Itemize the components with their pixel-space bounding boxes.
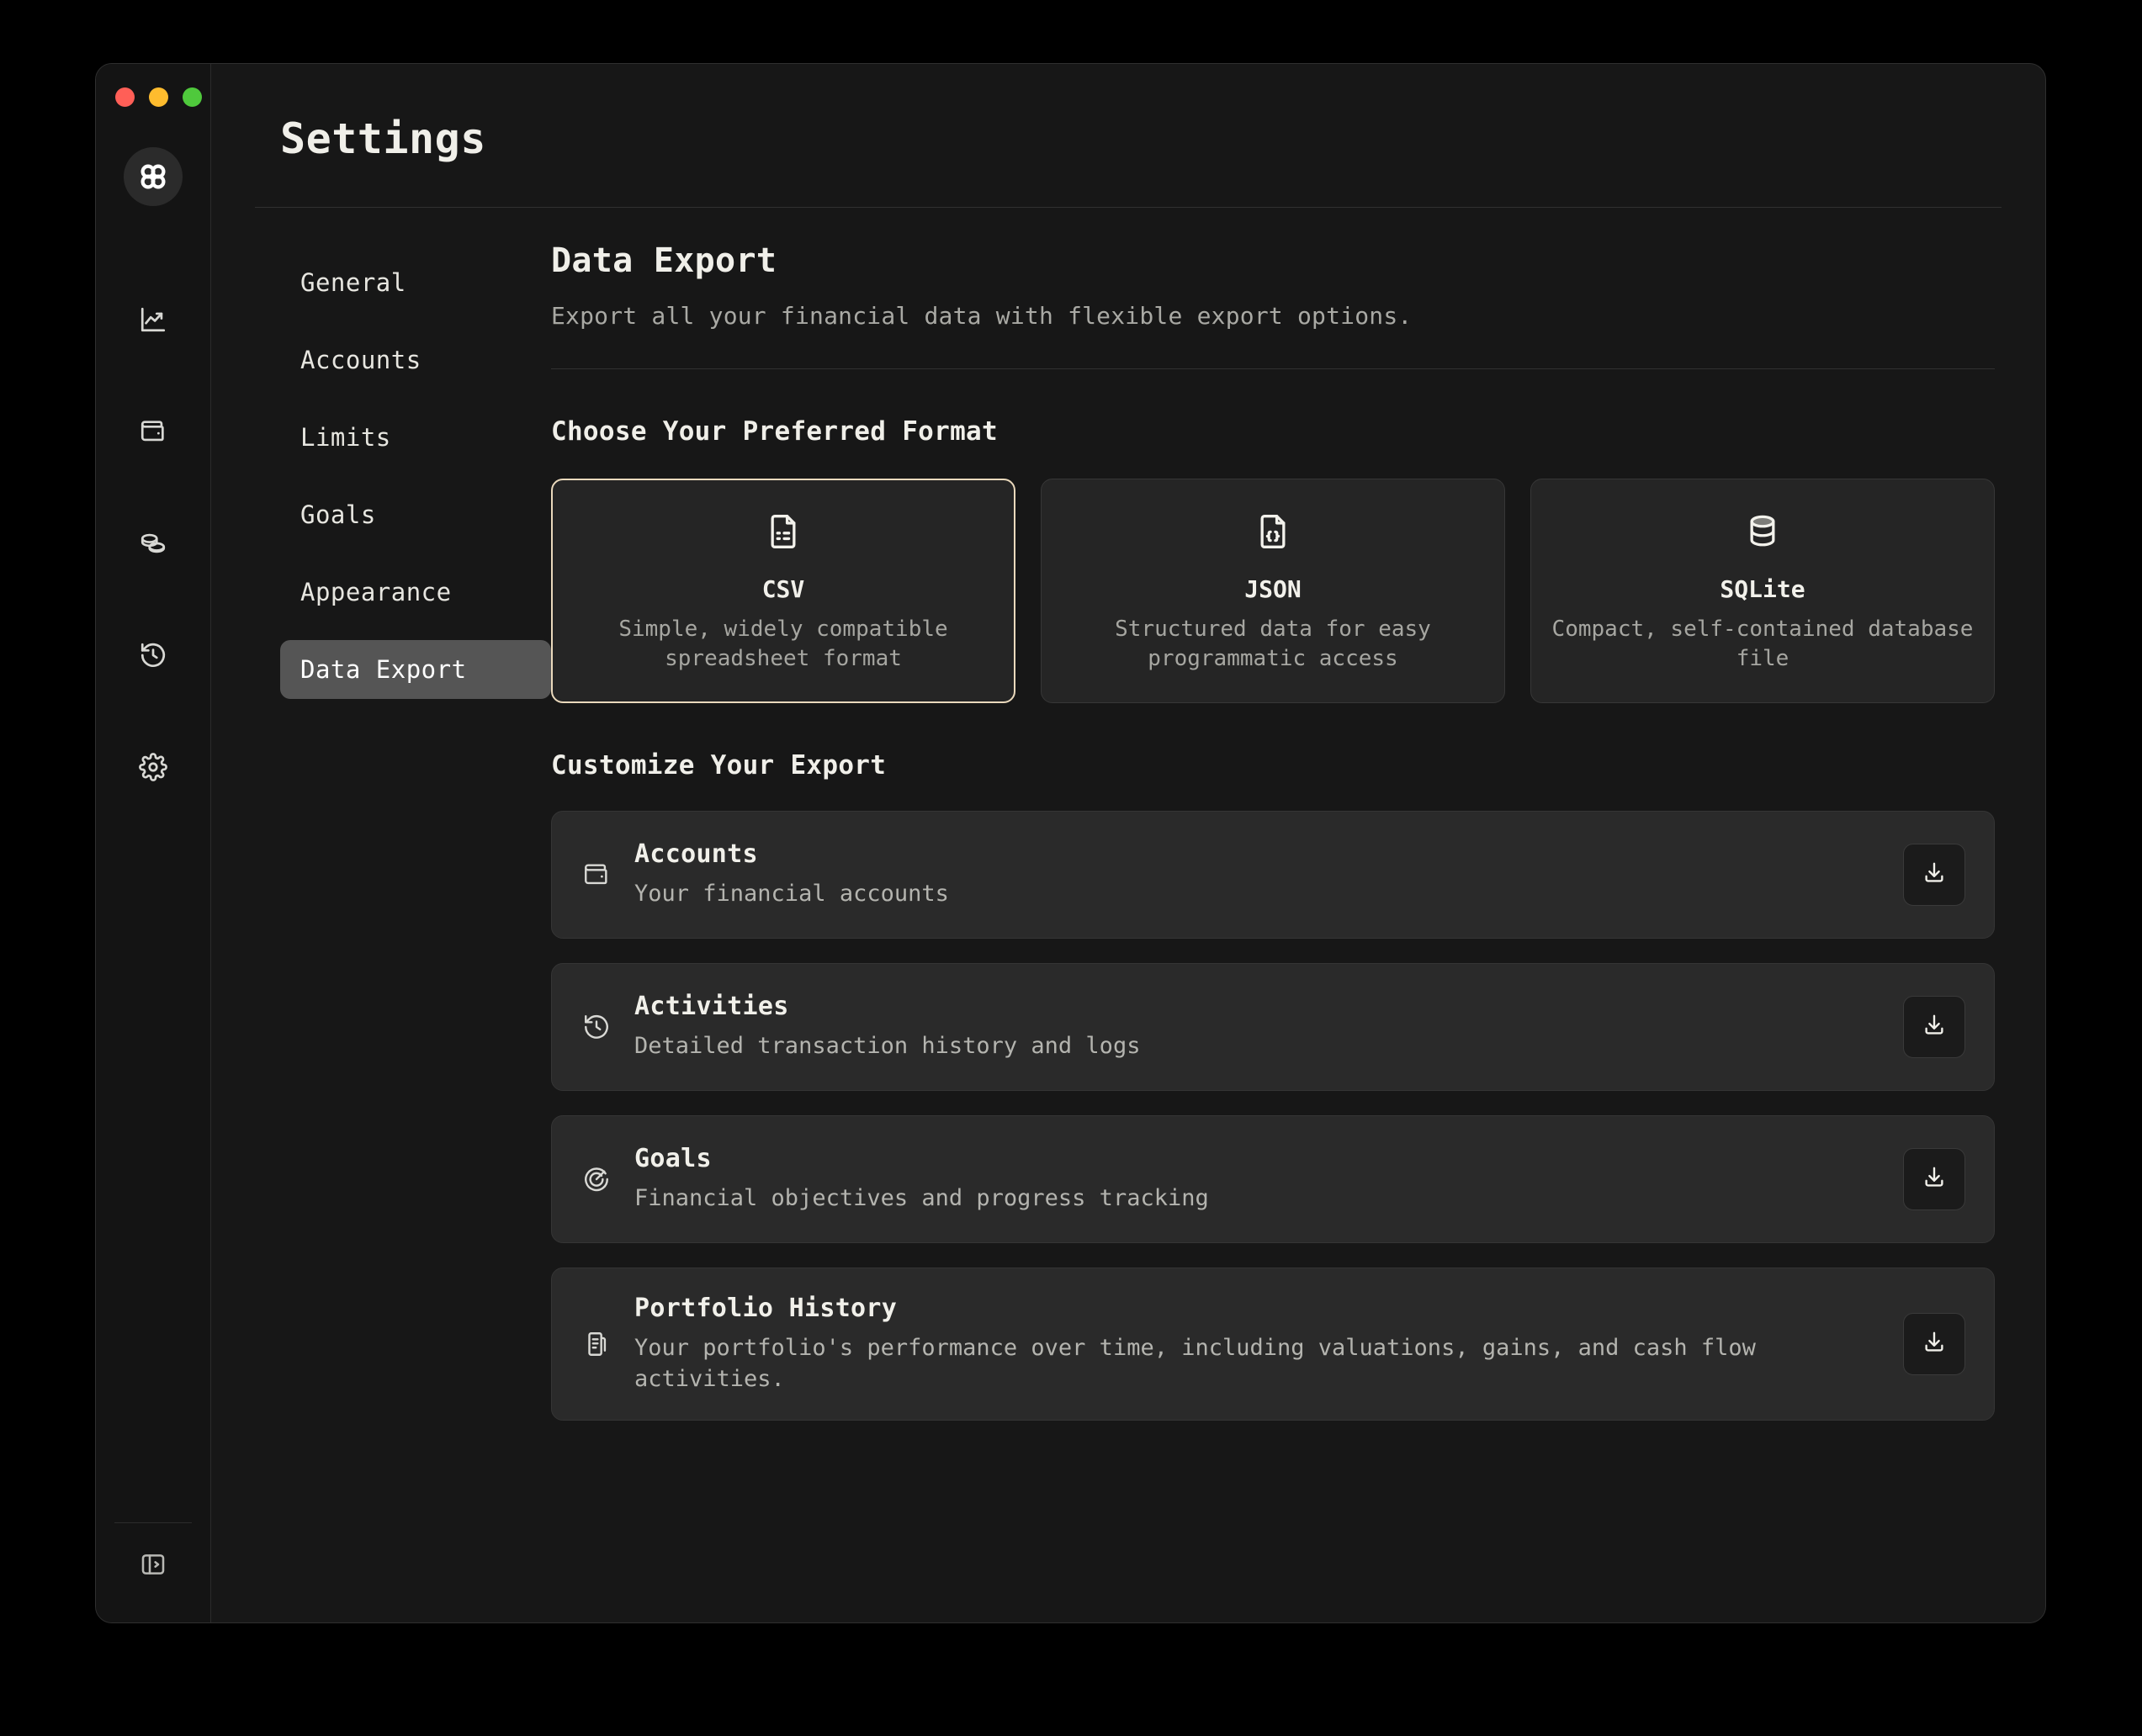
download-icon [1922, 1330, 1947, 1358]
export-row-description: Financial objectives and progress tracki… [634, 1185, 1209, 1212]
settings-nav-item-limits[interactable]: Limits [280, 408, 551, 467]
settings-nav: General Accounts Limits Goals Appearance… [255, 241, 551, 1421]
download-icon [1922, 1013, 1947, 1041]
sidebar-item-activity[interactable] [130, 632, 176, 678]
export-row-text: Accounts Your financial accounts [634, 839, 1881, 909]
export-row-text: Goals Financial objectives and progress … [634, 1144, 1881, 1214]
minimize-window-button[interactable] [149, 87, 168, 107]
download-icon [1922, 860, 1947, 889]
export-row-goals[interactable]: Goals Financial objectives and progress … [551, 1115, 1995, 1244]
export-row-text: Portfolio History Your portfolio's perfo… [634, 1294, 1881, 1395]
app-logo[interactable] [124, 147, 183, 206]
sidebar-toggle-button[interactable] [130, 1542, 176, 1587]
section-subtitle: Export all your financial data with flex… [551, 302, 1413, 330]
sidebar-item-accounts[interactable] [130, 409, 176, 454]
export-row-name: Portfolio History [634, 1294, 898, 1324]
sidebar-item-holdings[interactable] [130, 521, 176, 566]
export-row-portfolio-history[interactable]: Portfolio History Your portfolio's perfo… [551, 1268, 1995, 1421]
export-row-description: Detailed transaction history and logs [634, 1033, 1141, 1060]
scroll-text-icon [581, 1330, 612, 1358]
settings-nav-item-appearance[interactable]: Appearance [280, 563, 551, 622]
history-clock-icon [139, 641, 167, 670]
export-rows: Accounts Your financial accounts Activit… [551, 811, 1995, 1421]
format-section-heading: Choose Your Preferred Format [551, 416, 998, 447]
icon-rail [96, 64, 211, 1622]
history-clock-icon [581, 1013, 612, 1041]
title-divider [255, 207, 2001, 208]
section-title: Data Export [551, 241, 777, 280]
format-option-sqlite[interactable]: SQLite Compact, self-contained database … [1530, 479, 1995, 704]
wallet-icon [139, 417, 167, 446]
coins-icon [139, 529, 167, 558]
sidebar-item-settings[interactable] [130, 744, 176, 790]
panel-expand-icon [140, 1551, 167, 1578]
export-row-description: Your financial accounts [634, 881, 949, 908]
download-goals-button[interactable] [1903, 1148, 1965, 1211]
format-option-name: SQLite [1720, 575, 1805, 603]
settings-nav-item-general[interactable]: General [280, 253, 551, 312]
export-row-activities[interactable]: Activities Detailed transaction history … [551, 963, 1995, 1092]
zoom-window-button[interactable] [183, 87, 202, 107]
main-content: Settings General Accounts Limits Goals A… [211, 64, 2045, 1622]
format-option-json[interactable]: JSON Structured data for easy programmat… [1041, 479, 1505, 704]
download-accounts-button[interactable] [1903, 844, 1965, 907]
format-option-description: Simple, widely compatible spreadsheet fo… [618, 617, 948, 672]
export-row-description: Your portfolio's performance over time, … [634, 1335, 1756, 1392]
format-option-description: Structured data for easy programmatic ac… [1115, 617, 1431, 672]
file-spreadsheet-icon [569, 510, 998, 553]
data-export-panel: Data Export Export all your financial da… [551, 241, 2001, 1421]
export-row-name: Goals [634, 1144, 712, 1174]
file-json-icon [1058, 510, 1487, 553]
app-window: Settings General Accounts Limits Goals A… [95, 63, 2046, 1623]
format-options: CSV Simple, widely compatible spreadshee… [551, 479, 1995, 704]
download-portfolio-history-button[interactable] [1903, 1313, 1965, 1376]
export-row-accounts[interactable]: Accounts Your financial accounts [551, 811, 1995, 939]
rail-footer [114, 1522, 192, 1622]
wallet-icon [581, 860, 612, 889]
database-icon [1548, 510, 1977, 553]
settings-nav-item-data-export[interactable]: Data Export [280, 640, 551, 699]
window-controls [115, 87, 202, 107]
settings-nav-item-goals[interactable]: Goals [280, 485, 551, 544]
chart-line-up-icon [139, 305, 167, 334]
format-option-csv[interactable]: CSV Simple, widely compatible spreadshee… [551, 479, 1015, 704]
sidebar-item-dashboard[interactable] [130, 297, 176, 342]
export-row-text: Activities Detailed transaction history … [634, 992, 1881, 1061]
rail-nav [130, 297, 176, 790]
customize-section-heading: Customize Your Export [551, 750, 887, 781]
format-option-description: Compact, self-contained database file [1551, 617, 1974, 672]
download-icon [1922, 1165, 1947, 1194]
close-window-button[interactable] [115, 87, 135, 107]
format-option-name: CSV [761, 575, 805, 603]
format-option-name: JSON [1244, 575, 1302, 603]
page-title: Settings [280, 114, 486, 163]
settings-nav-item-accounts[interactable]: Accounts [280, 331, 551, 389]
settings-body: General Accounts Limits Goals Appearance… [255, 241, 2001, 1421]
export-row-name: Activities [634, 992, 789, 1022]
target-icon [581, 1165, 612, 1194]
download-activities-button[interactable] [1903, 996, 1965, 1059]
gear-icon [139, 753, 167, 781]
export-row-name: Accounts [634, 839, 758, 870]
